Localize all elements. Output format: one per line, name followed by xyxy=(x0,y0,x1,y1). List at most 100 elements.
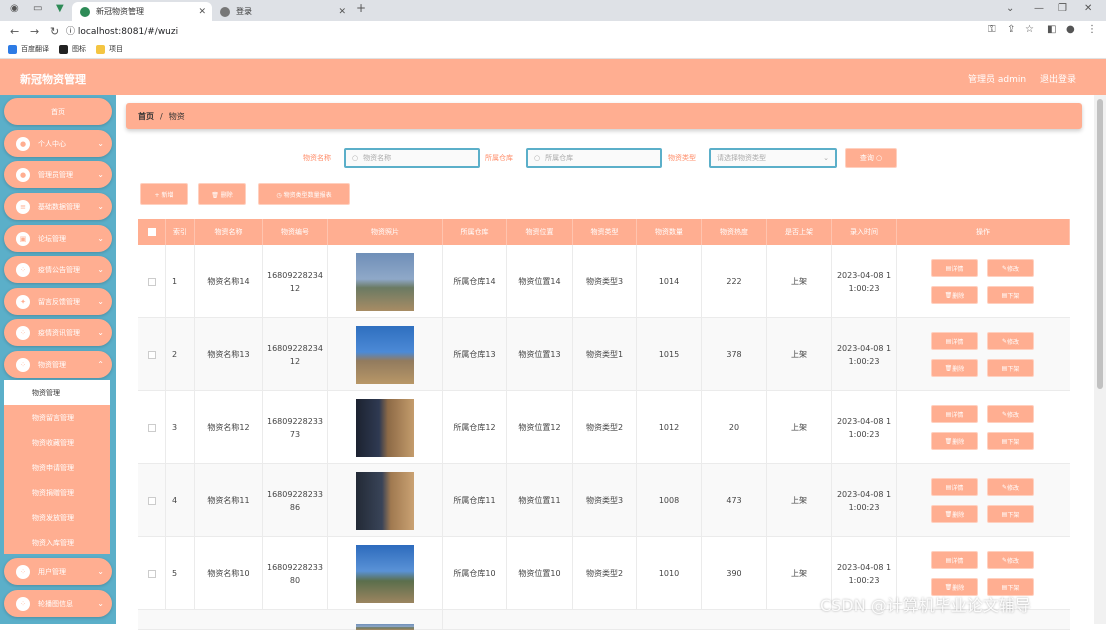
breadcrumb-home[interactable]: 首页 xyxy=(138,111,154,122)
trash-icon: 🗑 xyxy=(944,583,953,591)
kebab-menu-icon[interactable]: ⋮ xyxy=(1087,24,1097,35)
detail-button[interactable]: ▤ 详情 xyxy=(931,478,978,496)
sidebar-item-base-data[interactable]: ≡ 基础数据管理 ⌄ xyxy=(4,193,112,220)
scrollbar-thumb[interactable] xyxy=(1097,99,1103,389)
sidebar-item-news[interactable]: ⁘ 疫情资讯管理 ⌄ xyxy=(4,319,112,346)
sidebar-item-supplies[interactable]: ⁘ 物资管理 ⌃ xyxy=(4,351,112,378)
supply-photo[interactable] xyxy=(356,544,414,603)
checkbox[interactable] xyxy=(147,228,156,236)
sidebar-item-profile[interactable]: ● 个人中心 ⌄ xyxy=(4,130,112,157)
new-tab-button[interactable]: + xyxy=(356,1,366,15)
url-field[interactable]: ⓘ localhost:8081/#/wuzi xyxy=(66,24,178,37)
table-row[interactable]: 3 物资名称12 16809228233 73 所属仓库12 物资位置12 物资… xyxy=(138,391,1070,464)
row-checkbox[interactable] xyxy=(147,496,156,505)
tab-favicon-icon[interactable]: ▭ xyxy=(33,3,42,14)
main-content: 首页 / 物资 物资名称 ○ 物资名称 所属仓库 ○ 所属仓库 物资类型 请选择物资… xyxy=(116,95,1094,630)
sidebar-item-admin[interactable]: ● 管理员管理 ⌄ xyxy=(4,161,112,188)
row-checkbox-cell[interactable] xyxy=(138,245,166,318)
delete-row-button[interactable]: 🗑 删除 xyxy=(931,432,978,450)
star-icon[interactable]: ☆ xyxy=(1025,24,1034,35)
stats-report-button[interactable]: ◷ 物资类型数量报表 xyxy=(258,183,350,205)
add-button[interactable]: + 新增 xyxy=(140,183,188,205)
submenu-item-messages[interactable]: 物资留言管理 xyxy=(4,405,110,430)
bookmark-translate[interactable]: 百度翻译 xyxy=(8,44,49,54)
detail-button[interactable]: ▤ 详情 xyxy=(931,259,978,277)
edit-button[interactable]: ✎ 修改 xyxy=(987,259,1034,277)
edit-button[interactable]: ✎ 修改 xyxy=(987,478,1034,496)
submenu-item-favorites[interactable]: 物资收藏管理 xyxy=(4,430,110,455)
warehouse-search-input[interactable]: ○ 所属仓库 xyxy=(526,148,662,168)
chrome-menu-icon[interactable]: ◉ xyxy=(10,3,19,14)
submenu-item-donations[interactable]: 物资捐赠管理 xyxy=(4,480,110,505)
offshelf-button[interactable]: ▤ 下架 xyxy=(987,286,1034,304)
sidebar-item-carousel[interactable]: ⁘ 轮播图信息 ⌄ xyxy=(4,590,112,617)
close-icon[interactable]: ✕ xyxy=(338,7,346,17)
restore-icon[interactable]: ❐ xyxy=(1058,3,1067,14)
delete-row-button[interactable]: 🗑 删除 xyxy=(931,286,978,304)
offshelf-button[interactable]: ▤ 下架 xyxy=(987,432,1034,450)
sidebar-item-feedback[interactable]: ✦ 留言反馈管理 ⌄ xyxy=(4,288,112,315)
detail-button[interactable]: ▤ 详情 xyxy=(931,405,978,423)
detail-button[interactable]: ▤ 详情 xyxy=(931,332,978,350)
trash-icon: 🗑 xyxy=(944,364,953,372)
row-checkbox[interactable] xyxy=(147,423,156,432)
sidepanel-icon[interactable]: ◧ xyxy=(1047,24,1056,35)
table-row[interactable]: 2 物资名称13 16809228234 12 所属仓库13 物资位置13 物资… xyxy=(138,318,1070,391)
sidebar-item-announcement[interactable]: ⁘ 疫情公告管理 ⌄ xyxy=(4,256,112,283)
reload-icon[interactable]: ↻ xyxy=(50,25,60,38)
submenu-item-distribution[interactable]: 物资发放管理 xyxy=(4,505,110,530)
table-row[interactable]: 1 物资名称14 16809228234 12 所属仓库14 物资位置14 物资… xyxy=(138,245,1070,318)
window-close-icon[interactable]: ✕ xyxy=(1084,3,1092,14)
bookmark-project[interactable]: 项目 xyxy=(96,44,123,54)
row-checkbox-cell[interactable] xyxy=(138,537,166,610)
minimize-icon[interactable]: — xyxy=(1034,3,1044,14)
supply-photo[interactable] xyxy=(356,471,414,530)
supply-photo[interactable] xyxy=(356,325,414,384)
edit-button[interactable]: ✎ 修改 xyxy=(987,332,1034,350)
submenu-item-requests[interactable]: 物资申请管理 xyxy=(4,455,110,480)
chevron-down-icon[interactable]: ⌄ xyxy=(1006,3,1014,14)
row-checkbox-cell[interactable] xyxy=(138,391,166,464)
key-icon[interactable]: ⚿ xyxy=(988,24,996,35)
table-row[interactable]: 4 物资名称11 16809228233 86 所属仓库11 物资位置11 物资… xyxy=(138,464,1070,537)
offshelf-button[interactable]: ▤ 下架 xyxy=(987,359,1034,377)
submenu-item-supplies[interactable]: 物资管理 xyxy=(4,380,110,405)
logout-link[interactable]: 退出登录 xyxy=(1040,72,1076,85)
delete-button[interactable]: 🗑 删除 xyxy=(198,183,246,205)
edit-button[interactable]: ✎ 修改 xyxy=(987,405,1034,423)
bookmark-icons[interactable]: 图标 xyxy=(59,44,86,54)
close-icon[interactable]: ✕ xyxy=(198,7,206,17)
delete-row-button[interactable]: 🗑 删除 xyxy=(931,359,978,377)
row-checkbox[interactable] xyxy=(147,569,156,578)
share-icon[interactable]: ⇪ xyxy=(1007,24,1015,35)
sidebar-item-forum[interactable]: ▣ 论坛管理 ⌄ xyxy=(4,225,112,252)
tab-login[interactable]: 登录 ✕ xyxy=(212,2,352,21)
name-cell: 物资名称14 xyxy=(195,245,263,318)
supply-photo[interactable] xyxy=(356,624,414,630)
row-checkbox[interactable] xyxy=(147,277,156,286)
row-checkbox-cell[interactable] xyxy=(138,318,166,391)
offshelf-button[interactable]: ▤ 下架 xyxy=(987,505,1034,523)
submenu-item-stock-in[interactable]: 物资入库管理 xyxy=(4,530,110,555)
delete-row-button[interactable]: 🗑 删除 xyxy=(931,505,978,523)
type-select[interactable]: 请选择物资类型 ⌄ xyxy=(709,148,837,168)
back-icon[interactable]: ← xyxy=(10,25,20,38)
row-checkbox-cell[interactable] xyxy=(138,464,166,537)
detail-button[interactable]: ▤ 详情 xyxy=(931,551,978,569)
profile-icon[interactable]: ● xyxy=(1066,24,1075,35)
edit-button[interactable]: ✎ 修改 xyxy=(987,551,1034,569)
sidebar-item-users[interactable]: ⁘ 用户管理 ⌄ xyxy=(4,558,112,585)
row-checkbox[interactable] xyxy=(147,350,156,359)
op-label: 详情 xyxy=(951,338,964,346)
supply-photo[interactable] xyxy=(356,398,414,457)
name-search-input[interactable]: ○ 物资名称 xyxy=(344,148,480,168)
sidebar-item-home[interactable]: 首页 xyxy=(4,98,112,125)
tab-active[interactable]: 新冠物资管理 ✕ xyxy=(72,2,212,21)
col-header: 物资名称 xyxy=(195,219,263,245)
supply-photo[interactable] xyxy=(356,252,414,311)
page-scrollbar[interactable] xyxy=(1094,95,1106,624)
forward-icon[interactable]: → xyxy=(30,25,40,38)
select-all-checkbox[interactable] xyxy=(138,219,166,245)
search-button[interactable]: 查询 ○ xyxy=(845,148,897,168)
vue-icon[interactable]: ▼ xyxy=(56,3,64,14)
